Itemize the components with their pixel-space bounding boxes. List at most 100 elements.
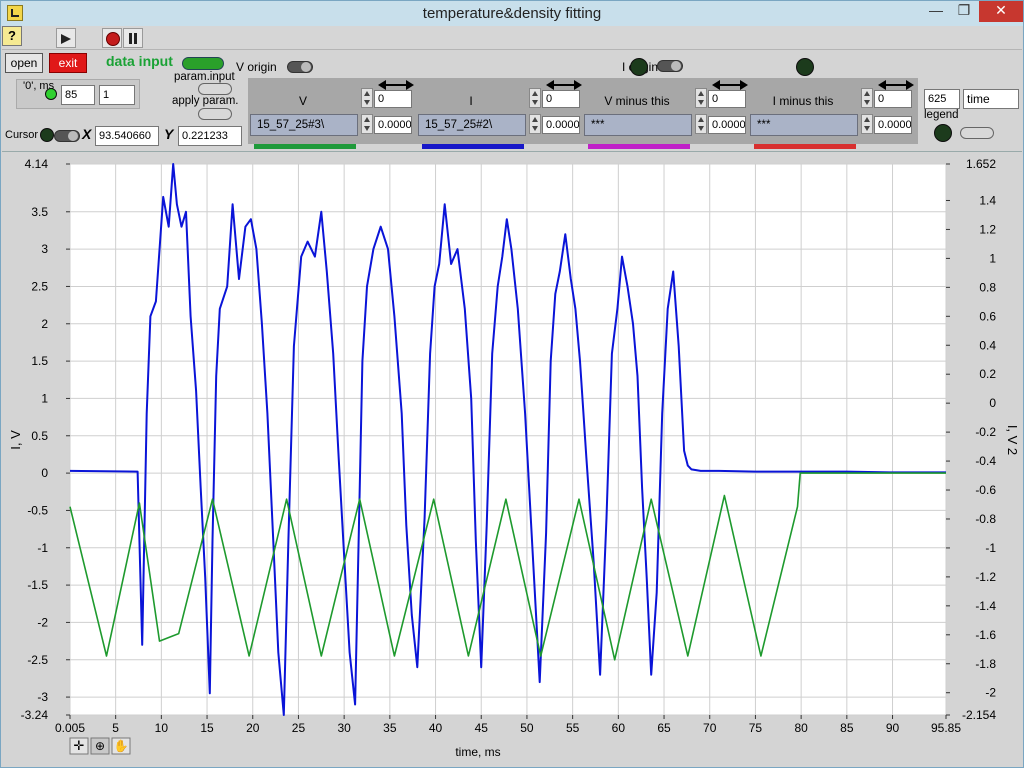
legend-toggle-button[interactable] [960,127,994,139]
exit-button[interactable]: exit [49,53,87,73]
cursor-y-label: Y [164,126,174,142]
x-tick-label: 80 [794,721,808,735]
offset-spinner[interactable] [861,88,873,108]
apply-param-button[interactable] [198,108,232,120]
offset-spinner[interactable] [361,88,373,108]
time-unit-field[interactable]: time [963,89,1019,109]
zero-ms-field-a[interactable]: 85 [61,85,95,105]
x-tick-label: 65 [657,721,671,735]
open-button[interactable]: open [5,53,43,73]
y-tick-label-left: 2 [41,317,48,331]
cursor-switch[interactable] [54,130,80,142]
x-tick-label: 20 [246,721,260,735]
app-window: temperature&density fitting — ❐ ✕ ? open… [0,0,1024,768]
offset-field[interactable]: 0 [542,90,580,108]
signal-path-field[interactable]: *** [750,114,858,136]
help-icon[interactable]: ? [2,26,22,46]
scale-spinner[interactable] [695,114,707,134]
signal-enable-led[interactable] [630,58,648,76]
waveform-graph[interactable]: 0.005 5 10 15 20 25 30 35 40 45 50 55 60 65 70 75 80 85 90… [2,151,1022,767]
scale-field[interactable]: 0.0000 [708,116,746,134]
scale-spinner[interactable] [361,114,373,134]
x-tick-label: 50 [520,721,534,735]
y-tick-label-right: -1 [985,541,996,555]
y-tick-label-left: -3 [37,690,48,704]
signal-group-v-minus: V minus this *** 0 0.0000 [582,58,750,149]
resize-arrows-icon[interactable] [878,80,914,90]
data-input-toggle[interactable] [182,57,224,70]
signal-color-swatch [754,144,856,149]
y-tick-label-right: 1.4 [979,193,996,207]
y-tick-label-left: 3 [41,242,48,256]
zero-ms-field-b[interactable]: 1 [99,85,135,105]
minimize-button[interactable]: — [923,1,949,22]
scale-spinner[interactable] [529,114,541,134]
y-tick-label-right: 0 [989,396,996,410]
close-button[interactable]: ✕ [979,1,1023,22]
signal-name: V [298,94,307,108]
resize-arrows-icon[interactable] [546,80,582,90]
x-tick-label: 25 [292,721,306,735]
pan-glyph: ✋ [114,739,129,753]
signal-color-swatch [254,144,356,149]
x-tick-label: 40 [429,721,443,735]
signal-name: V minus this [604,94,670,108]
resize-arrows-icon[interactable] [378,80,414,90]
y-tick-label-right: 0.4 [979,338,996,352]
zero-ms-led[interactable] [45,88,57,100]
y-tick-label-right: -2 [985,686,996,700]
scale-field[interactable]: 0.0000 [374,116,412,134]
scale-spinner[interactable] [861,114,873,134]
control-panel: open exit data input V origin I origin p… [2,51,1022,151]
time-value-field[interactable]: 625 [924,89,960,109]
i-origin-switch[interactable] [657,60,683,72]
y-tick-label-left: -2 [37,615,48,629]
maximize-button[interactable]: ❐ [951,1,977,22]
offset-field[interactable]: 0 [708,90,746,108]
y-tick-label-left: -1.5 [27,578,48,592]
abort-execution-icon[interactable] [102,28,122,48]
pause-icon[interactable] [123,28,143,48]
y-tick-label-right: 1.2 [979,222,996,236]
signal-name: I [469,94,473,108]
scale-field[interactable]: 0.0000 [542,116,580,134]
x-tick-label: 75 [749,721,763,735]
offset-field[interactable]: 0 [874,90,912,108]
run-arrow-icon[interactable] [56,28,76,48]
offset-field[interactable]: 0 [374,90,412,108]
y-tick-label-right: 1 [989,251,996,265]
graph-palette: ✛ ⊕ ✋ [69,737,131,755]
cursor-y-field[interactable]: 0.221233 [178,126,242,146]
y-axis-label-right: I, V 2 [1005,425,1020,455]
zero-ms-label: '0', ms [23,80,55,92]
v-origin-switch[interactable] [287,61,313,73]
scale-field[interactable]: 0.0000 [874,116,912,134]
y-tick-label-right: 0.6 [979,309,996,323]
signal-path-field[interactable]: *** [584,114,692,136]
cursor-led[interactable] [40,128,54,142]
y-tick-label-right: -0.8 [975,512,996,526]
y-tick-label-right: -0.4 [975,454,996,468]
x-tick-label: 55 [566,721,580,735]
signal-path-field[interactable]: 15_57_25#3\ [250,114,358,136]
offset-spinner[interactable] [529,88,541,108]
resize-arrows-icon[interactable] [712,80,748,90]
y-tick-label-left: -2.5 [27,653,48,667]
y-tick-label-right: 1.652 [966,157,996,171]
y-tick-label-left: 1 [41,391,48,405]
signal-path-field[interactable]: 15_57_25#2\ [418,114,526,136]
legend-led[interactable] [934,124,952,142]
signal-group-v: V 15_57_25#3\ 0 0.0000 [248,78,416,149]
y-tick-label-left: 3.5 [31,205,48,219]
param-input-label: param.input [174,71,235,83]
signal-enable-led[interactable] [796,58,814,76]
x-axis-label: time, ms [455,745,500,759]
y-tick-label-right: 0.2 [979,367,996,381]
zero-ms-group: '0', ms 85 1 [16,79,140,109]
param-input-button[interactable] [198,83,232,95]
offset-spinner[interactable] [695,88,707,108]
x-tick-label: 30 [337,721,351,735]
y-tick-label-right: -1.8 [975,657,996,671]
window-title: temperature&density fitting [422,5,602,22]
cursor-x-field[interactable]: 93.540660 [95,126,159,146]
